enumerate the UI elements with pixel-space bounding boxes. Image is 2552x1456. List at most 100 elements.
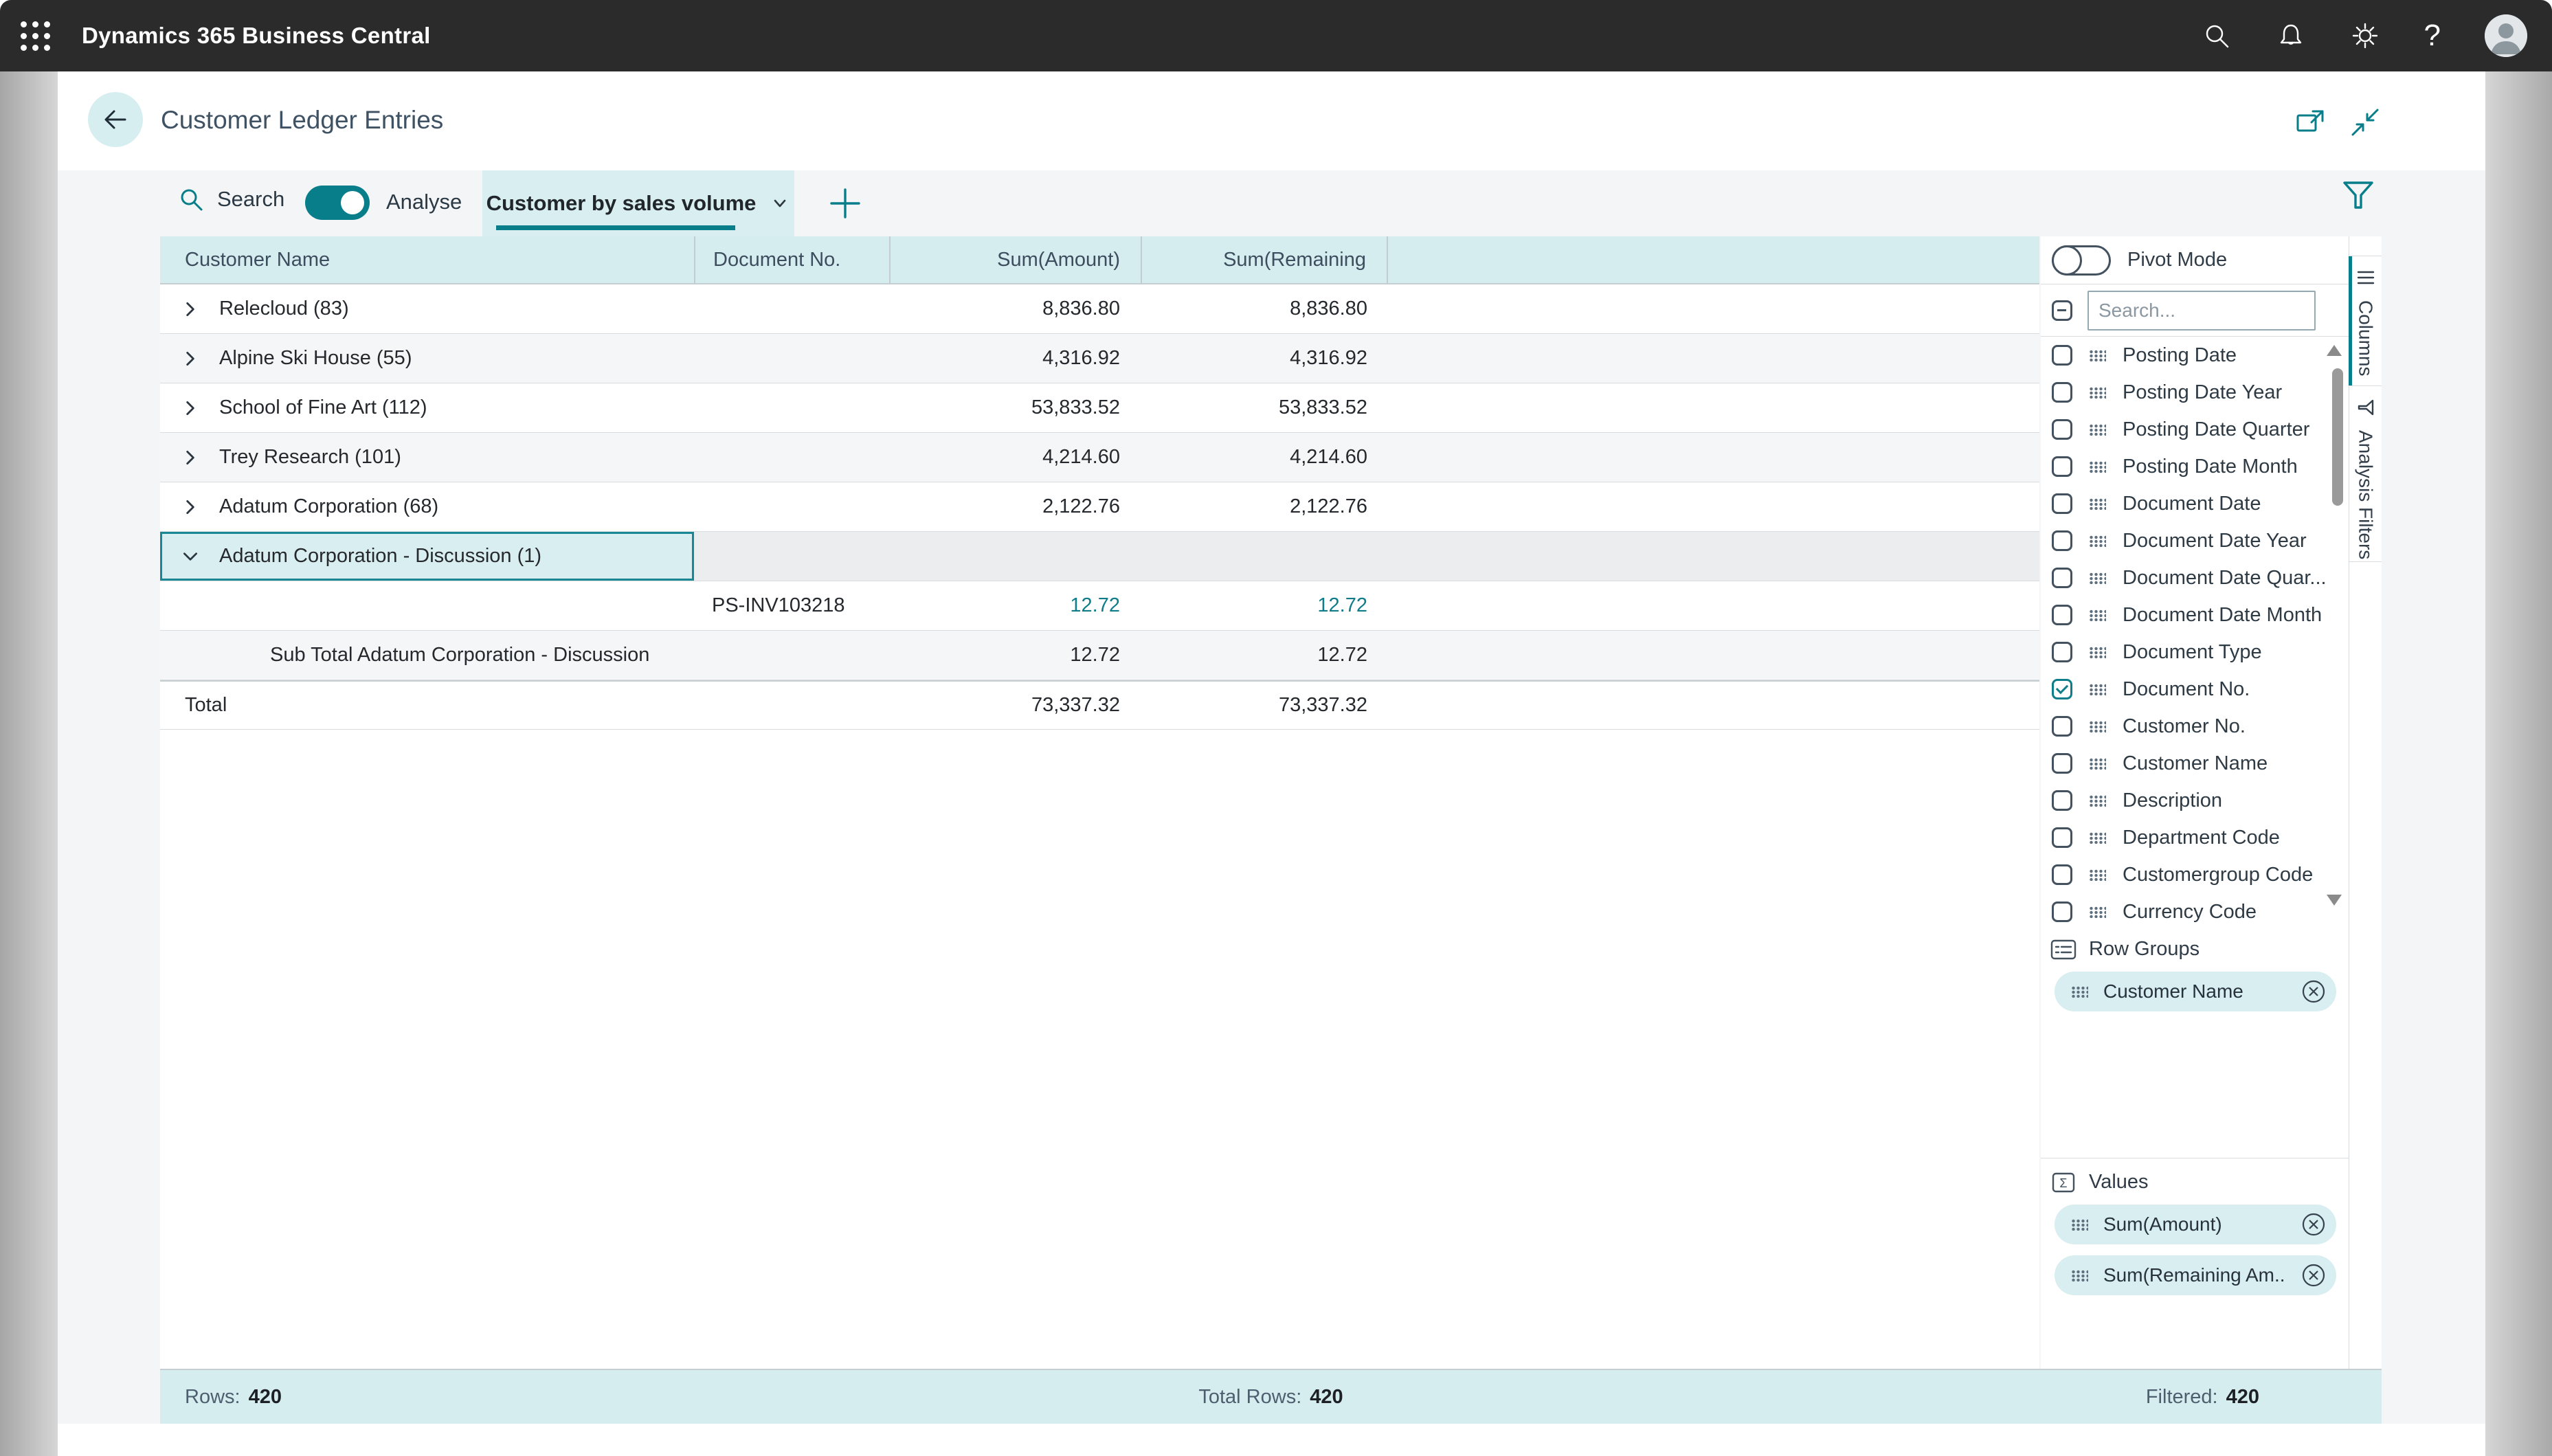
chevron-down-icon[interactable] — [181, 547, 200, 566]
field-checkbox[interactable] — [2052, 642, 2072, 662]
drag-handle-icon[interactable] — [2089, 387, 2106, 399]
document-no-cell[interactable]: PS-INV103218 — [694, 581, 889, 630]
drag-handle-icon[interactable] — [2089, 906, 2106, 918]
drag-handle-icon[interactable] — [2089, 424, 2106, 436]
open-in-new-window-icon[interactable] — [2295, 107, 2325, 137]
drag-handle-icon[interactable] — [2089, 572, 2106, 584]
drag-handle-icon[interactable] — [2089, 609, 2106, 621]
field-checkbox[interactable] — [2052, 753, 2072, 774]
sum-remaining-cell[interactable]: 12.72 — [1141, 581, 1388, 630]
back-button[interactable] — [88, 92, 143, 147]
pill[interactable]: Customer Name — [2055, 972, 2336, 1011]
group-cell[interactable]: Adatum Corporation (68) — [160, 482, 694, 531]
help-icon[interactable]: ? — [2424, 21, 2441, 51]
sum-amount-cell[interactable]: 12.72 — [889, 581, 1141, 630]
field-item[interactable]: Document Date Month — [2041, 596, 2349, 634]
table-row-detail[interactable]: PS-INV10321812.7212.72 — [160, 581, 2039, 631]
search-icon[interactable] — [2202, 21, 2232, 51]
column-header[interactable]: Sum(Amount) — [889, 236, 1141, 283]
field-checkbox[interactable] — [2052, 864, 2072, 885]
column-header[interactable]: Document No. — [694, 236, 889, 283]
group-cell[interactable]: School of Fine Art (112) — [160, 383, 694, 432]
drag-handle-icon[interactable] — [2089, 498, 2106, 510]
add-analysis-tab-button[interactable] — [825, 183, 866, 224]
tab-analysis-filters[interactable]: Analysis Filters — [2349, 386, 2382, 562]
chevron-down-icon[interactable] — [770, 193, 790, 214]
field-item[interactable]: Description — [2041, 782, 2349, 819]
pivot-mode-toggle[interactable] — [2052, 245, 2111, 276]
field-item[interactable]: Document No. — [2041, 671, 2349, 708]
chevron-right-icon[interactable] — [181, 497, 200, 517]
field-checkbox[interactable] — [2052, 901, 2072, 922]
group-cell[interactable]: Alpine Ski House (55) — [160, 334, 694, 383]
scrollbar-thumb[interactable] — [2332, 368, 2343, 506]
chevron-right-icon[interactable] — [181, 399, 200, 418]
field-item[interactable]: Customer Name — [2041, 745, 2349, 782]
field-item[interactable]: Department Code — [2041, 819, 2349, 856]
field-checkbox[interactable] — [2052, 345, 2072, 366]
table-row-group[interactable]: School of Fine Art (112) 53,833.5253,833… — [160, 383, 2039, 433]
field-checkbox[interactable] — [2052, 493, 2072, 514]
field-item[interactable]: Document Date Quar... — [2041, 559, 2349, 596]
table-row-total[interactable]: Total73,337.3273,337.32 — [160, 680, 2039, 730]
chevron-right-icon[interactable] — [181, 349, 200, 368]
field-checkbox[interactable] — [2052, 456, 2072, 477]
remove-icon[interactable] — [2301, 1211, 2327, 1237]
field-checkbox[interactable] — [2052, 827, 2072, 848]
field-checkbox[interactable] — [2052, 419, 2072, 440]
drag-handle-icon[interactable] — [2071, 986, 2088, 998]
group-cell[interactable]: Relecloud (83) — [160, 284, 694, 333]
group-cell[interactable]: Adatum Corporation - Discussion (1) — [160, 532, 694, 581]
select-all-checkbox[interactable] — [2052, 300, 2072, 321]
user-avatar[interactable] — [2485, 14, 2527, 57]
field-item[interactable]: Customergroup Code — [2041, 856, 2349, 893]
app-launcher-icon[interactable] — [21, 21, 50, 51]
remove-icon[interactable] — [2301, 1262, 2327, 1288]
drag-handle-icon[interactable] — [2089, 758, 2106, 770]
drag-handle-icon[interactable] — [2089, 832, 2106, 844]
scroll-up-arrow-icon[interactable] — [2327, 345, 2342, 356]
notifications-bell-icon[interactable] — [2276, 21, 2306, 51]
field-item[interactable]: Document Date Year — [2041, 522, 2349, 559]
chevron-right-icon[interactable] — [181, 448, 200, 467]
table-row-group[interactable]: Trey Research (101) 4,214.604,214.60 — [160, 433, 2039, 482]
field-search-input[interactable] — [2088, 291, 2316, 331]
tab-columns[interactable]: Columns — [2349, 256, 2382, 386]
field-item[interactable]: Customer No. — [2041, 708, 2349, 745]
pill[interactable]: Sum(Amount) — [2055, 1205, 2336, 1244]
drag-handle-icon[interactable] — [2089, 684, 2106, 695]
drag-handle-icon[interactable] — [2089, 350, 2106, 361]
drag-handle-icon[interactable] — [2089, 869, 2106, 881]
field-checkbox[interactable] — [2052, 716, 2072, 737]
group-cell[interactable]: Trey Research (101) — [160, 433, 694, 482]
analysis-tab-customer-by-sales-volume[interactable]: Customer by sales volume — [482, 170, 794, 236]
chevron-right-icon[interactable] — [181, 300, 200, 319]
table-row-group[interactable]: Adatum Corporation (68) 2,122.762,122.76 — [160, 482, 2039, 532]
remove-icon[interactable] — [2301, 978, 2327, 1005]
scroll-down-arrow-icon[interactable] — [2327, 895, 2342, 906]
analyse-toggle[interactable] — [305, 186, 370, 220]
field-checkbox[interactable] — [2052, 382, 2072, 403]
table-row-group[interactable]: Adatum Corporation - Discussion (1) — [160, 532, 2039, 581]
field-checkbox[interactable] — [2052, 679, 2072, 699]
table-row-group[interactable]: Alpine Ski House (55) 4,316.924,316.92 — [160, 334, 2039, 383]
field-item[interactable]: Posting Date Quarter — [2041, 411, 2349, 448]
field-item[interactable]: Document Date — [2041, 485, 2349, 522]
field-checkbox[interactable] — [2052, 605, 2072, 625]
field-item[interactable]: Posting Date — [2041, 337, 2349, 374]
drag-handle-icon[interactable] — [2071, 1219, 2088, 1231]
field-item[interactable]: Currency Code — [2041, 893, 2349, 926]
field-item[interactable]: Posting Date Month — [2041, 448, 2349, 485]
field-item[interactable]: Document Type — [2041, 634, 2349, 671]
field-checkbox[interactable] — [2052, 530, 2072, 551]
collapse-icon[interactable] — [2350, 107, 2380, 137]
field-checkbox[interactable] — [2052, 790, 2072, 811]
drag-handle-icon[interactable] — [2089, 647, 2106, 658]
drag-handle-icon[interactable] — [2089, 461, 2106, 473]
table-row-subtotal[interactable]: Sub Total Adatum Corporation - Discussio… — [160, 631, 2039, 680]
search-button[interactable]: Search — [177, 186, 284, 213]
drag-handle-icon[interactable] — [2089, 535, 2106, 547]
field-checkbox[interactable] — [2052, 568, 2072, 588]
field-item[interactable]: Posting Date Year — [2041, 374, 2349, 411]
drag-handle-icon[interactable] — [2089, 795, 2106, 807]
